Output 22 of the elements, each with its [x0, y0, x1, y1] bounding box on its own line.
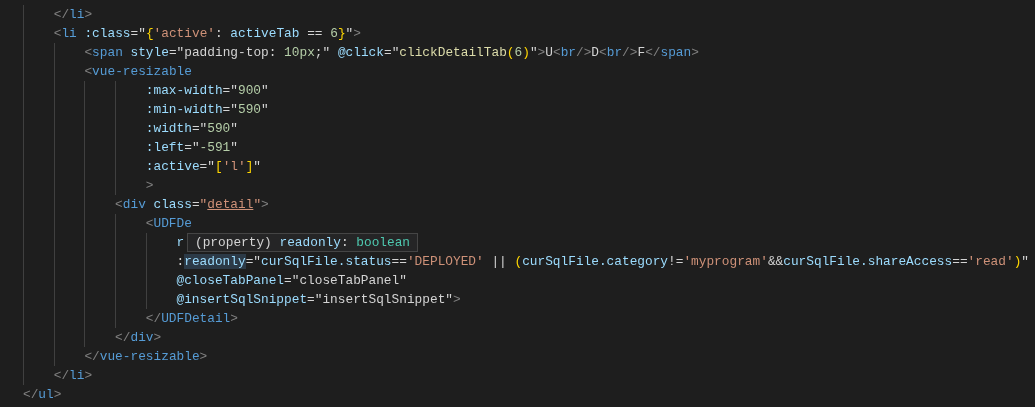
- code-line: <span style="padding-top: 10px;" @click="clickDetailTab(6)">U<br/>D<br/>F</span>: [84, 44, 699, 62]
- code-line: <div class="detail">: [115, 196, 269, 214]
- code-line: <li :class="{'active': activeTab == 6}">: [53, 25, 361, 43]
- code-line: </div>: [115, 329, 162, 347]
- code-line: </li>: [53, 367, 93, 385]
- code-line: :active="['l']": [145, 158, 262, 176]
- code-line: @closeTabPanel="closeTabPanel": [176, 272, 407, 290]
- code-line: <vue-resizable: [84, 63, 192, 81]
- code-line: :max-width="900": [145, 82, 269, 100]
- code-line: :readonly="curSqlFile.status=='DEPLOYED' || (curSqlFile.category!='myprogram'&&curSqlFile.shareAccess=='read')": [176, 253, 1029, 271]
- code-line: </vue-resizable>: [84, 348, 208, 366]
- tooltip-text: (property) readonly: boolean: [195, 235, 411, 250]
- code-line: <UDFDe: [145, 215, 192, 233]
- code-line: </ul>: [23, 386, 62, 404]
- code-line: @insertSqlSnippet="insertSqlSnippet">: [176, 291, 461, 309]
- code-line: >: [145, 177, 154, 195]
- code-line: </UDFDetail>: [145, 310, 238, 328]
- code-line: :width="590": [145, 120, 238, 138]
- code-line: :min-width="590": [145, 101, 269, 119]
- code-line: </li>: [53, 6, 93, 24]
- code-line: r: [176, 234, 185, 252]
- code-line: :left="-591": [145, 139, 238, 157]
